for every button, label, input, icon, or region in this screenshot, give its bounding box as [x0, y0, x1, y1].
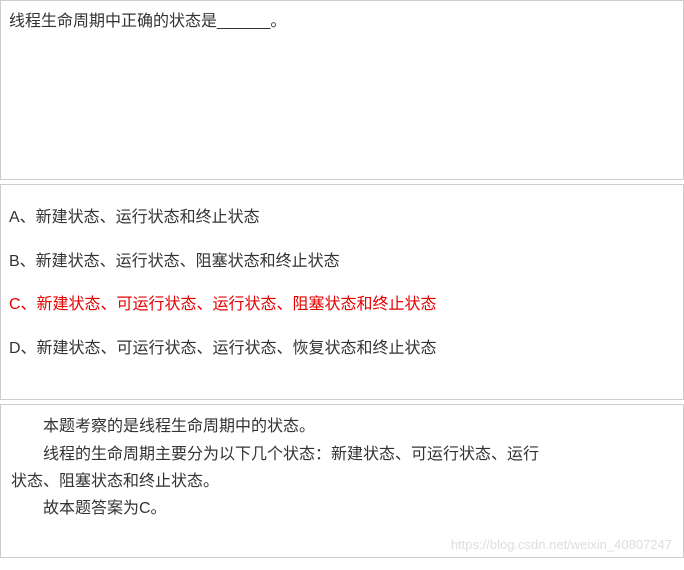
- explanation-line-2: 线程的生命周期主要分为以下几个状态：新建状态、可运行状态、运行: [11, 441, 673, 468]
- option-b: B、新建状态、运行状态、阻塞状态和终止状态: [9, 249, 675, 275]
- explanation-line-3: 状态、阻塞状态和终止状态。: [11, 468, 673, 495]
- option-a: A、新建状态、运行状态和终止状态: [9, 205, 675, 231]
- explanation-line-4: 故本题答案为C。: [11, 495, 673, 522]
- explanation-box: 本题考察的是线程生命周期中的状态。 线程的生命周期主要分为以下几个状态：新建状态…: [0, 404, 684, 558]
- option-d: D、新建状态、可运行状态、运行状态、恢复状态和终止状态: [9, 336, 675, 362]
- question-text: 线程生命周期中正确的状态是______。: [9, 7, 675, 31]
- explanation-line-1: 本题考察的是线程生命周期中的状态。: [11, 413, 673, 440]
- options-box: A、新建状态、运行状态和终止状态 B、新建状态、运行状态、阻塞状态和终止状态 C…: [0, 184, 684, 400]
- question-box: 线程生命周期中正确的状态是______。: [0, 0, 684, 180]
- option-c: C、新建状态、可运行状态、运行状态、阻塞状态和终止状态: [9, 292, 675, 318]
